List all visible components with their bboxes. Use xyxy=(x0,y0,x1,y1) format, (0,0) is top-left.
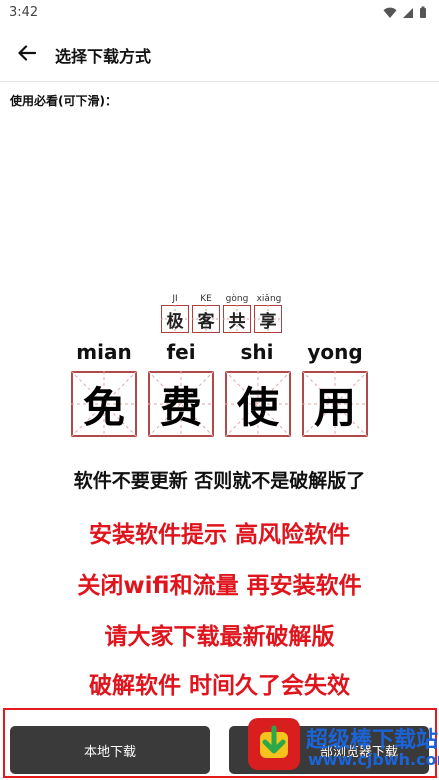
char-box-ji: 极 xyxy=(161,305,189,333)
watermark-url: www.cjbwh.com xyxy=(308,750,439,769)
arrow-left-icon xyxy=(18,45,36,61)
download-logo-icon xyxy=(248,718,300,770)
char-box-shi: 使 xyxy=(225,371,291,437)
status-icons xyxy=(383,6,427,19)
battery-icon xyxy=(420,6,426,18)
pinyin-ke: KE xyxy=(200,294,212,304)
char-fei: 费 xyxy=(159,382,202,432)
app-bar: 选择下载方式 xyxy=(0,26,439,82)
notice-line-wifi: 关闭wifi和流量 再安装软件 xyxy=(77,573,362,599)
pinyin-gong: gòng xyxy=(225,294,249,304)
char-ji: 极 xyxy=(166,311,184,332)
local-download-button[interactable]: 本地下载 xyxy=(10,726,210,774)
char-mian: 免 xyxy=(82,382,125,432)
status-time: 3:42 xyxy=(9,5,39,20)
char-box-xiang: 享 xyxy=(254,305,282,333)
notice-line-update: 软件不要更新 否则就不是破解版了 xyxy=(73,470,366,492)
pinyin-xiang: xiǎng xyxy=(256,294,282,304)
char-shi: 使 xyxy=(236,382,279,432)
char-yong: 用 xyxy=(313,382,356,432)
notice-label: 使用必看(可下滑)： xyxy=(10,94,117,108)
pinyin-yong: yong xyxy=(307,340,363,364)
back-button[interactable] xyxy=(10,38,44,68)
pinyin-shi: shi xyxy=(240,340,274,364)
notice-line-risk: 安装软件提示 高风险软件 xyxy=(88,522,350,548)
site-watermark: 超级棒下载站 www.cjbwh.com xyxy=(248,718,439,776)
signal-icon xyxy=(403,7,413,18)
char-box-fei: 费 xyxy=(148,371,214,437)
char-box-ke: 客 xyxy=(192,305,220,333)
pinyin-ji: JI xyxy=(172,294,178,304)
char-box-gong: 共 xyxy=(223,305,251,333)
notice-line-latest: 请大家下载最新破解版 xyxy=(104,624,335,650)
wifi-icon xyxy=(383,7,397,18)
notice-line-expire: 破解软件 时间久了会失效 xyxy=(88,673,350,699)
char-xiang: 享 xyxy=(259,311,277,332)
char-box-mian: 免 xyxy=(71,371,137,437)
char-ke: 客 xyxy=(197,311,215,332)
char-gong: 共 xyxy=(228,311,246,332)
char-box-yong: 用 xyxy=(302,371,368,437)
page-title: 选择下载方式 xyxy=(55,47,152,66)
status-bar: 3:42 xyxy=(0,0,439,26)
